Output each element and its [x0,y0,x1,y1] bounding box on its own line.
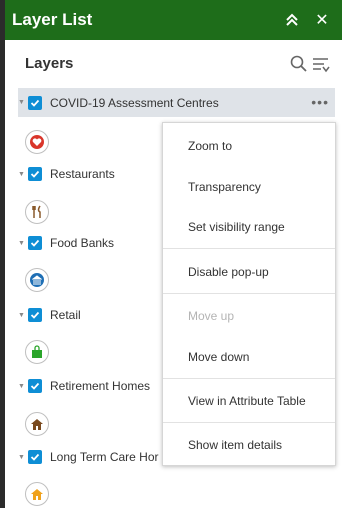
layer-context-menu: Zoom to Transparency Set visibility rang… [162,122,336,466]
shopping-bag-icon [30,345,44,359]
expand-caret-icon[interactable]: ▼ [18,454,26,461]
layer-name: COVID-19 Assessment Centres [50,95,219,110]
layer-name: Restaurants [50,167,115,181]
visibility-checkbox[interactable] [28,308,42,322]
menu-divider [163,422,335,423]
expand-caret-icon[interactable]: ▼ [18,240,26,247]
layer-name: Long Term Care Hor [50,450,159,464]
layer-row-long-term-care[interactable]: ▼ Long Term Care Hor [18,444,159,470]
house-icon [30,487,44,501]
expand-caret-icon[interactable]: ▼ [18,99,26,106]
menu-divider [163,293,335,294]
menu-divider [163,248,335,249]
visibility-checkbox[interactable] [28,167,42,181]
menu-item-transparency[interactable]: Transparency [188,180,261,194]
layer-name: Food Banks [50,236,115,250]
menu-item-disable-popup[interactable]: Disable pop-up [188,265,269,279]
layer-symbol [25,268,49,292]
expand-caret-icon[interactable]: ▼ [18,171,26,178]
menu-item-move-up: Move up [188,309,235,323]
visibility-checkbox[interactable] [28,236,42,250]
layer-symbol [25,412,49,436]
heart-monitor-icon [30,135,44,149]
menu-divider [163,378,335,379]
panel-titlebar: Layer List ✕ [5,0,342,40]
layers-label: Layers [25,55,74,72]
layer-symbol [25,200,49,224]
house-icon [30,417,44,431]
fork-knife-icon [30,205,44,219]
expand-caret-icon[interactable]: ▼ [18,383,26,390]
layer-symbol [25,130,49,154]
layer-symbol [25,340,49,364]
layers-header: Layers [5,40,342,87]
more-options-icon[interactable]: ••• [311,94,329,110]
menu-item-set-visibility-range[interactable]: Set visibility range [188,220,285,234]
menu-item-move-down[interactable]: Move down [188,350,249,364]
expand-caret-icon[interactable]: ▼ [18,312,26,319]
menu-item-view-attribute-table[interactable]: View in Attribute Table [188,394,306,408]
panel-title: Layer List [12,10,93,29]
bank-icon [30,273,44,287]
layer-symbol [25,482,49,506]
menu-item-zoom-to[interactable]: Zoom to [188,139,232,153]
layer-row-retirement-homes[interactable]: ▼ Retirement Homes [18,373,150,399]
visibility-checkbox[interactable] [28,450,42,464]
visibility-checkbox[interactable] [28,95,42,110]
close-icon[interactable]: ✕ [310,0,334,40]
collapse-icon[interactable] [280,0,304,40]
visibility-checkbox[interactable] [28,379,42,393]
layer-row-covid[interactable]: ▼ COVID-19 Assessment Centres ••• [18,88,335,117]
layer-name: Retirement Homes [50,379,151,393]
layer-name: Retail [50,308,81,322]
search-icon[interactable] [289,54,309,74]
layer-row-food-banks[interactable]: ▼ Food Banks [18,230,114,256]
filter-icon[interactable] [311,54,331,74]
layer-row-restaurants[interactable]: ▼ Restaurants [18,161,115,187]
layer-row-retail[interactable]: ▼ Retail [18,302,81,328]
menu-item-show-item-details[interactable]: Show item details [188,438,282,452]
